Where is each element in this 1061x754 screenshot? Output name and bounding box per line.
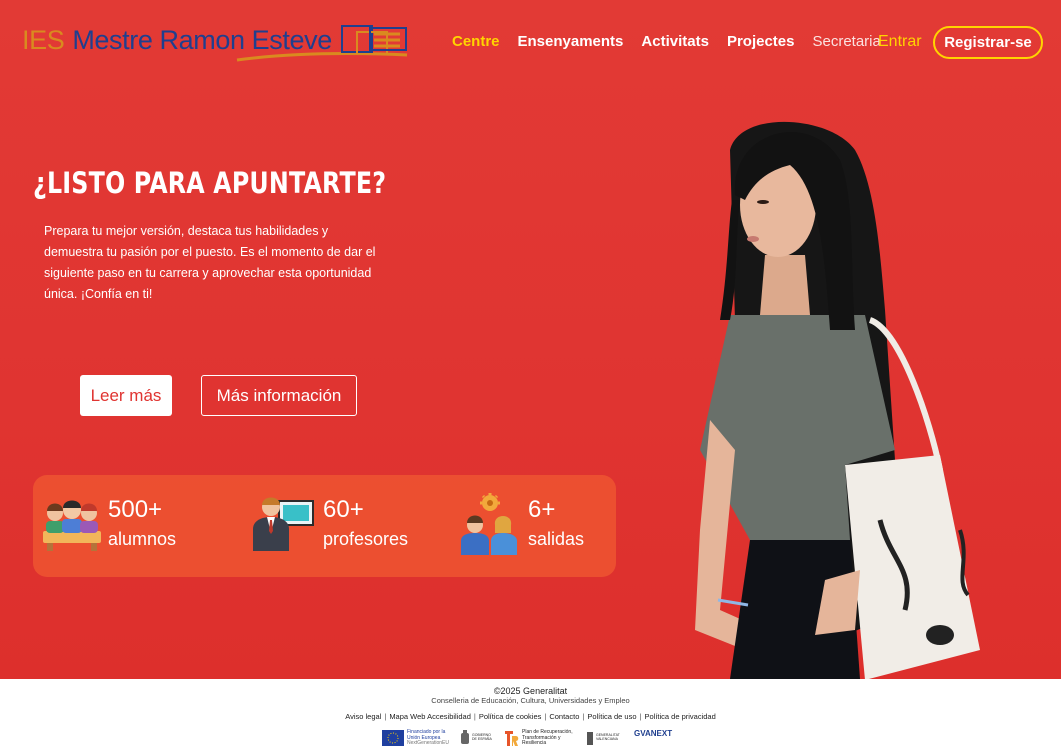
gva-crest-icon: [587, 732, 593, 745]
site-footer: ©2025 Generalitat Conselleria de Educaci…: [0, 679, 1061, 754]
footer-link-terms[interactable]: Política de uso: [587, 712, 636, 721]
link-separator: |: [582, 712, 585, 721]
link-separator: |: [544, 712, 547, 721]
stat-students-value: 500+: [108, 496, 163, 523]
footer-link-contact[interactable]: Contacto: [549, 712, 579, 721]
read-more-button[interactable]: Leer más: [80, 375, 172, 416]
recovery-plan-logo-icon: [505, 731, 519, 746]
nav-projectes[interactable]: Projectes: [727, 33, 795, 50]
hero-text: Prepara tu mejor versión, destaca tus ha…: [44, 224, 376, 301]
students-icon: [43, 500, 101, 551]
stat-teachers-label: profesores: [323, 529, 409, 549]
nav-centre[interactable]: Centre: [452, 33, 500, 50]
gvanext-logo: GVANEXT: [634, 729, 673, 738]
stat-outings-label: salidas: [528, 529, 585, 549]
stat-students-label: alumnos: [108, 529, 177, 549]
hero-section: IES Mestre Ramon Esteve Centre Ensenyamen…: [0, 0, 1061, 679]
link-separator: |: [384, 712, 387, 721]
stats-panel: 500+ alumnos 60+ profesores 6+ salidas: [33, 475, 616, 577]
footer-link-cookies[interactable]: Política de cookies: [479, 712, 542, 721]
gov-label: GOBIERNO DE ESPAÑA: [472, 733, 492, 741]
more-info-button[interactable]: Más información: [201, 375, 357, 416]
stat-teachers-value: 60+: [323, 496, 364, 523]
link-separator: |: [473, 712, 476, 721]
stat-teachers: 60+ profesores: [251, 493, 431, 563]
footer-link-legal[interactable]: Aviso legal: [345, 712, 381, 721]
stat-students: 500+ alumnos: [41, 493, 221, 563]
nav-ensenyaments[interactable]: Ensenyaments: [518, 33, 624, 50]
site-logo[interactable]: IES Mestre Ramon Esteve: [22, 22, 414, 66]
teacher-icon: [253, 497, 314, 551]
nav-activitats[interactable]: Activitats: [641, 33, 709, 50]
hero-title: ¿LISTO PARA APUNTARTE?: [33, 166, 387, 200]
logo-graphic: [236, 25, 408, 62]
footer-ministry: Conselleria de Educación, Cultura, Unive…: [431, 696, 630, 705]
stat-outings-value: 6+: [528, 496, 556, 523]
eu-flag-icon: [382, 730, 404, 746]
nav-secretaria[interactable]: Secretaria: [812, 33, 880, 50]
footer-link-sitemap[interactable]: Mapa Web Accesibilidad: [389, 712, 471, 721]
main-nav: Centre Ensenyaments Activitats Projectes…: [452, 33, 881, 50]
sponsor-logos: Financiado por la Unión Europea NextGener…: [382, 729, 682, 749]
register-button[interactable]: Registrar-se: [933, 26, 1043, 59]
student-photo: [695, 121, 980, 679]
eu-funding-text: Financiado por la Unión Europea: [407, 729, 446, 741]
gva-label: GENERALITAT VALENCIANA: [596, 733, 620, 741]
spain-crest-icon: [461, 730, 469, 744]
careers-icon: [461, 493, 517, 555]
footer-link-privacy[interactable]: Política de privacidad: [644, 712, 715, 721]
link-separator: |: [639, 712, 642, 721]
stat-outings: 6+ salidas: [457, 493, 607, 563]
footer-copyright: ©2025 Generalitat: [493, 686, 568, 696]
footer-links: Aviso legal | Mapa Web Accesibilidad | Polít…: [0, 712, 1061, 721]
eu-nextgen-text: NextGenerationEU: [407, 740, 449, 746]
login-link[interactable]: Entrar: [878, 33, 922, 51]
recovery-plan-label: Plan de Recuperación, Transformación y R…: [522, 729, 573, 746]
eu-funding-label: Financiado por la Unión Europea NextGener…: [407, 729, 452, 747]
